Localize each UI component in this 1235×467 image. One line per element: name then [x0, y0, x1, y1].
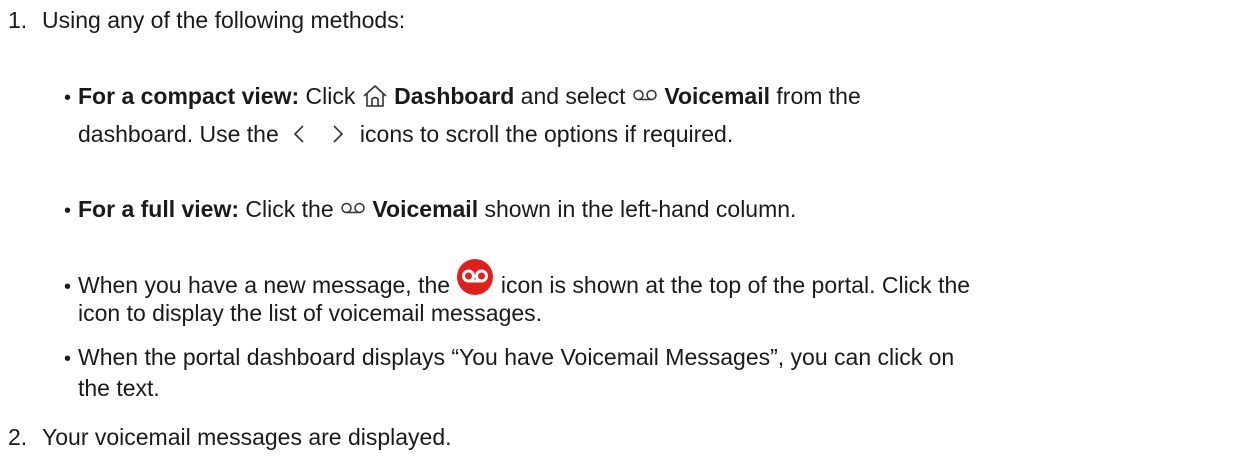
step-2: 2. Your voicemail messages are displayed.: [8, 423, 452, 451]
bullet-dashboard-text: • When the portal dashboard displays “You…: [64, 343, 954, 373]
step-text: Using any of the following methods:: [42, 7, 406, 33]
voicemail-label: Voicemail: [664, 83, 770, 109]
full-view-label: For a full view:: [78, 196, 240, 222]
dashboard-label: Dashboard: [394, 83, 515, 109]
bullet-symbol: •: [64, 348, 72, 370]
voicemail-icon: [632, 88, 658, 104]
chevron-right-icon: [326, 123, 348, 145]
chevron-left-icon: [289, 123, 311, 145]
step-number: 2.: [8, 424, 28, 450]
step-number: 1.: [8, 7, 28, 33]
new-message-text-line2: icon to display the list of voicemail me…: [78, 300, 543, 326]
step-1: 1. Using any of the following methods:: [8, 6, 405, 34]
bullet-dashboard-text-line2: the text.: [78, 374, 160, 402]
compact-text-select: and select: [520, 83, 626, 109]
compact-text-use: dashboard. Use the: [78, 121, 279, 147]
home-icon: [362, 84, 388, 108]
bullet-compact-line2: dashboard. Use the icons to scroll the o…: [78, 120, 733, 148]
compact-text-click: Click: [305, 83, 356, 109]
voicemail-icon: [340, 201, 366, 217]
bullet-symbol: •: [64, 200, 72, 222]
compact-text-from: from the: [776, 83, 861, 109]
step-text: Your voicemail messages are displayed.: [42, 424, 452, 450]
bullet-compact-view: • For a compact view: Click Dashboard and…: [64, 82, 861, 112]
new-message-text: When you have a new message, the: [78, 272, 451, 299]
full-text-shown: shown in the left-hand column.: [484, 196, 797, 222]
bullet-new-message-line2: icon to display the list of voicemail me…: [78, 299, 542, 327]
full-text-click: Click the: [245, 196, 334, 222]
bullet-full-view: • For a full view: Click the Voicemail sh…: [64, 195, 796, 225]
dashboard-text-line1: When the portal dashboard displays “You …: [78, 344, 955, 370]
dashboard-text-line2: the text.: [78, 375, 160, 401]
compact-view-label: For a compact view:: [78, 83, 300, 109]
bullet-symbol: •: [64, 276, 72, 299]
voicemail-label: Voicemail: [372, 196, 479, 222]
voicemail-badge-icon: [456, 258, 494, 296]
compact-text-scroll: icons to scroll the options if required.: [359, 121, 734, 147]
new-message-text-cont: icon is shown at the top of the portal. …: [500, 272, 971, 299]
bullet-symbol: •: [64, 87, 72, 109]
